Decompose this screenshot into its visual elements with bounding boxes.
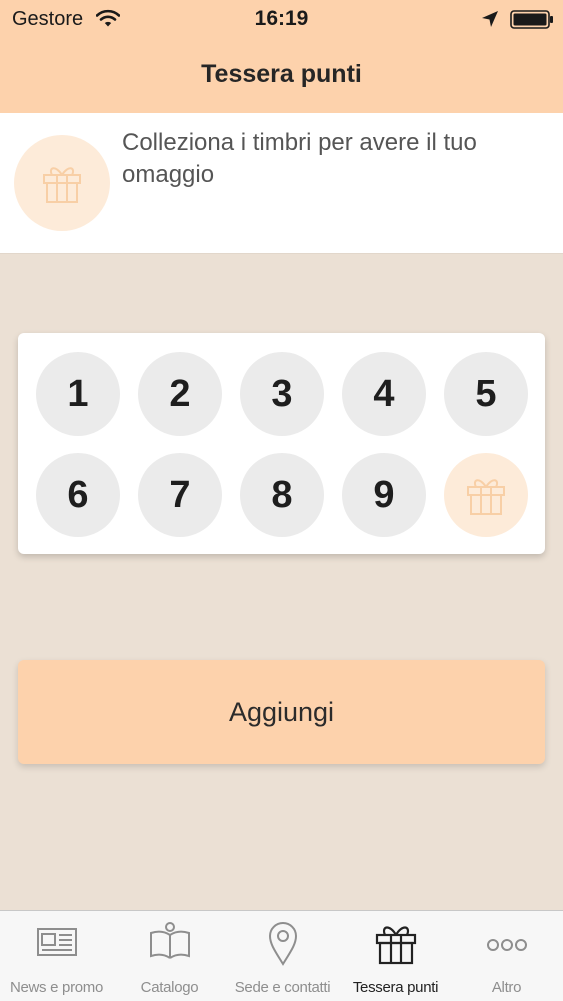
location-arrow-icon [481, 10, 499, 33]
status-time: 16:19 [254, 7, 309, 30]
stamp-1: 1 [36, 352, 120, 436]
banner-gift-badge [14, 135, 110, 231]
tab-label: Catalogo [140, 979, 199, 996]
stamp-7: 7 [138, 453, 222, 537]
tab-tessera-punti[interactable]: Tessera punti [339, 911, 452, 1001]
tab-catalogo[interactable]: Catalogo [113, 911, 226, 1001]
page-title: Tessera punti [201, 60, 362, 88]
battery-icon [510, 10, 554, 35]
status-bar: Gestore 16:19 [0, 0, 563, 40]
tab-label: Tessera punti [352, 979, 439, 996]
gift-icon [43, 167, 81, 203]
stamp-card: 1 2 3 4 5 6 7 8 9 [18, 333, 545, 554]
newspaper-icon [0, 921, 113, 966]
banner-text: Colleziona i timbri per avere il tuo oma… [122, 129, 477, 188]
header: Gestore 16:19 Tessera punti [0, 0, 563, 113]
stamp-5: 5 [444, 352, 528, 436]
more-icon [450, 921, 563, 966]
tab-bar: News e promo Catalogo Sede e contatti Te… [0, 910, 563, 1001]
gift-icon [339, 921, 452, 970]
add-stamp-button[interactable]: Aggiungi [18, 660, 545, 764]
tab-label: News e promo [9, 979, 104, 996]
stamp-6: 6 [36, 453, 120, 537]
stamp-2: 2 [138, 352, 222, 436]
tab-label: Sede e contatti [234, 979, 331, 996]
tab-sede-e-contatti[interactable]: Sede e contatti [226, 911, 339, 1001]
stamp-8: 8 [240, 453, 324, 537]
gift-icon [467, 479, 505, 515]
info-banner: Colleziona i timbri per avere il tuo oma… [0, 113, 563, 254]
tab-news-e-promo[interactable]: News e promo [0, 911, 113, 1001]
open-book-icon [113, 921, 226, 966]
stamp-4: 4 [342, 352, 426, 436]
tab-altro[interactable]: Altro [450, 911, 563, 1001]
map-pin-icon [226, 921, 339, 972]
stamp-reward [444, 453, 528, 537]
tab-label: Altro [491, 979, 522, 996]
stamp-3: 3 [240, 352, 324, 436]
stamp-9: 9 [342, 453, 426, 537]
